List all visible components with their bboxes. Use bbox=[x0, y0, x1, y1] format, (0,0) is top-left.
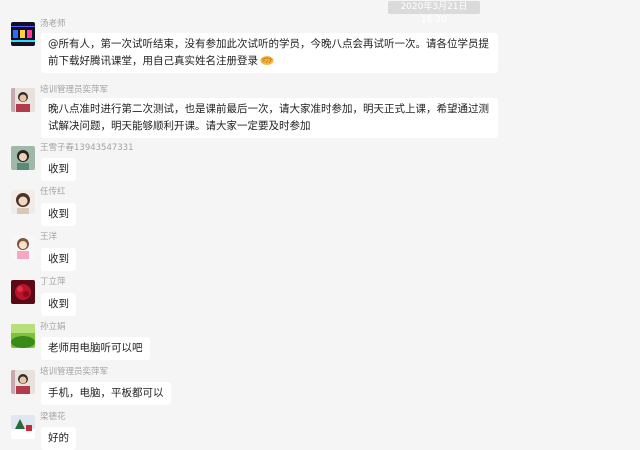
snow-scene-avatar-icon[interactable] bbox=[11, 415, 35, 439]
message-bubble[interactable]: 收到 bbox=[41, 248, 76, 271]
sender-name: 培训管理员奕萍军 bbox=[40, 85, 109, 95]
message-text: 晚八点准时进行第二次测试，也是课前最后一次，请大家准时参加，明天正式上课，希望通… bbox=[48, 103, 489, 132]
sender-name: 丁立萍 bbox=[40, 277, 66, 287]
teacher-avatar-icon[interactable] bbox=[11, 22, 35, 46]
message-bubble[interactable]: 收到 bbox=[41, 203, 76, 226]
message-text: 老师用电脑听可以吧 bbox=[48, 342, 143, 354]
message-bubble[interactable]: 好的 bbox=[41, 427, 76, 450]
message-text: 收到 bbox=[48, 253, 69, 265]
message-bubble[interactable]: @所有人，第一次试听结束，没有参加此次试听的学员，今晚八点会再试听一次。请各位学… bbox=[41, 33, 498, 73]
girl-avatar-icon[interactable] bbox=[11, 146, 35, 170]
message-timestamp: 2020年3月21日 16:20 bbox=[388, 1, 480, 25]
sender-name: 王洋 bbox=[40, 232, 58, 242]
admin-avatar-icon[interactable] bbox=[11, 370, 35, 394]
handshake-emoji-icon bbox=[260, 54, 274, 66]
sender-name: 孙立娟 bbox=[40, 322, 66, 332]
sender-name: 梁德花 bbox=[40, 412, 66, 422]
sender-name: 任传红 bbox=[40, 187, 66, 197]
woman-avatar-icon[interactable] bbox=[11, 190, 35, 214]
admin-avatar-icon[interactable] bbox=[11, 88, 35, 112]
message-bubble[interactable]: 收到 bbox=[41, 293, 76, 316]
message-text: 好的 bbox=[48, 432, 69, 444]
green-field-avatar-icon[interactable] bbox=[11, 324, 35, 348]
sender-name: 王雪子春13943547331 bbox=[40, 143, 134, 153]
message-text: 手机，电脑，平板都可以 bbox=[48, 387, 164, 399]
red-flower-avatar-icon[interactable] bbox=[11, 280, 35, 304]
sender-name: 培训管理员奕萍军 bbox=[40, 367, 109, 377]
message-text: 收到 bbox=[48, 298, 69, 310]
message-bubble[interactable]: 手机，电脑，平板都可以 bbox=[41, 382, 171, 405]
cartoon-girl-avatar-icon[interactable] bbox=[11, 235, 35, 259]
message-text: 收到 bbox=[48, 208, 69, 220]
chat-window: 2020年3月21日 16:20 汤老师 @所有人，第一次试听结束，没有参加此次… bbox=[0, 0, 640, 450]
message-text: 收到 bbox=[48, 163, 69, 175]
message-bubble[interactable]: 收到 bbox=[41, 158, 76, 181]
message-bubble[interactable]: 晚八点准时进行第二次测试，也是课前最后一次，请大家准时参加，明天正式上课，希望通… bbox=[41, 98, 498, 138]
sender-name: 汤老师 bbox=[40, 19, 66, 29]
message-bubble[interactable]: 老师用电脑听可以吧 bbox=[41, 337, 150, 360]
